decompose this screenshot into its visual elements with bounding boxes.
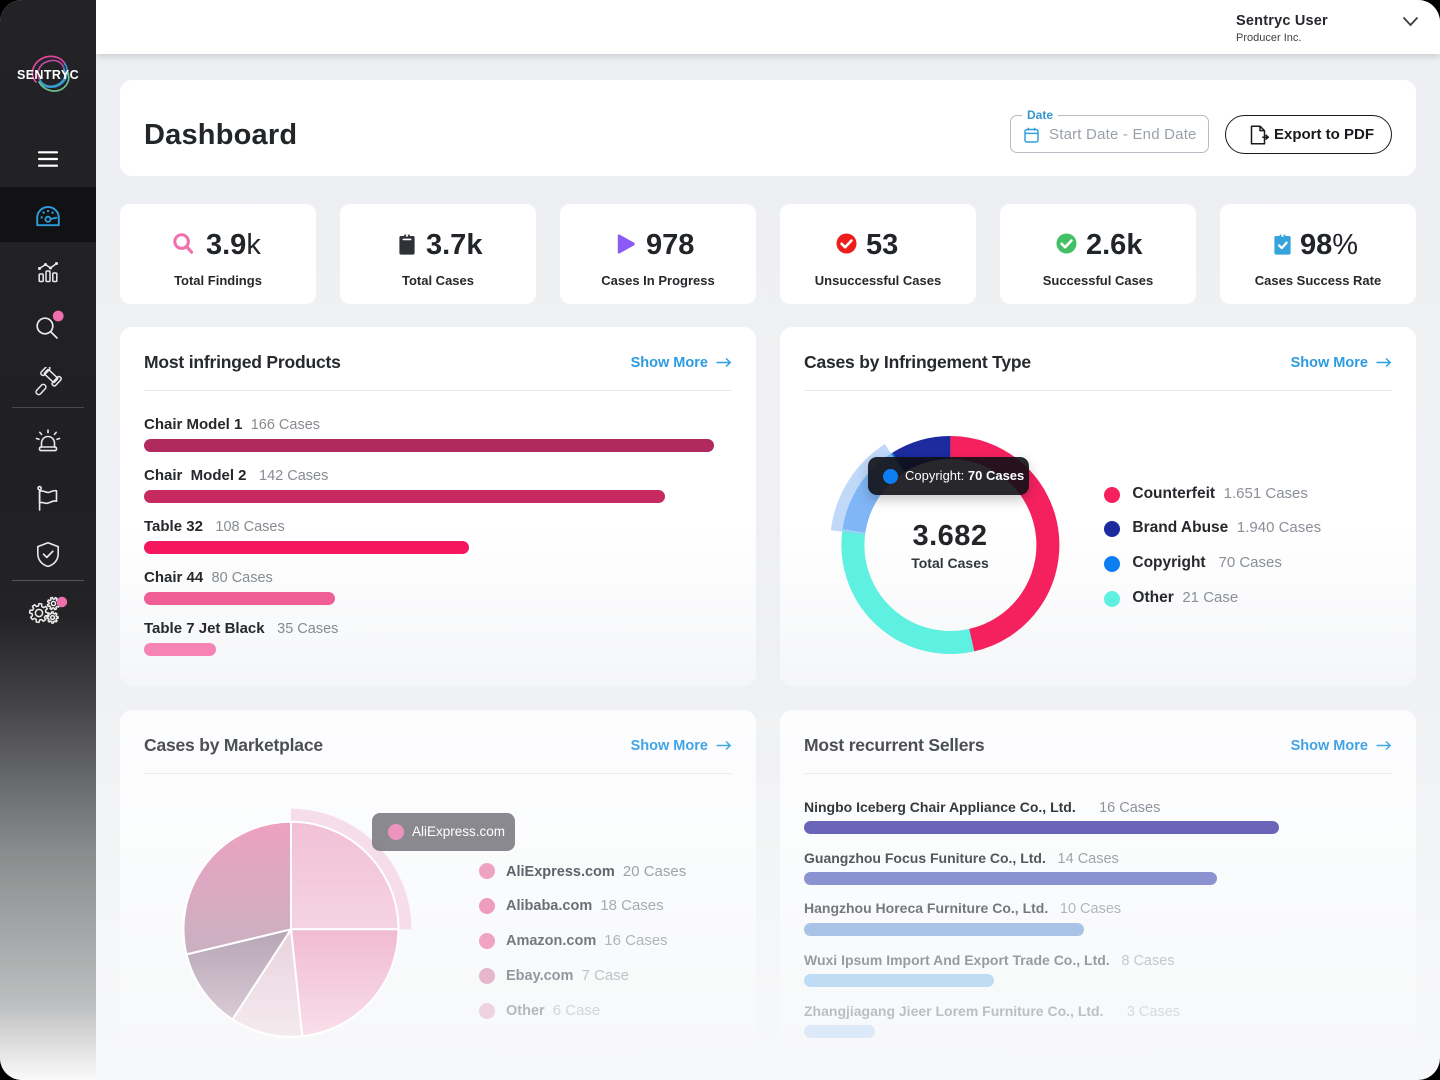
svg-text:SENTRYC: SENTRYC xyxy=(17,68,79,82)
